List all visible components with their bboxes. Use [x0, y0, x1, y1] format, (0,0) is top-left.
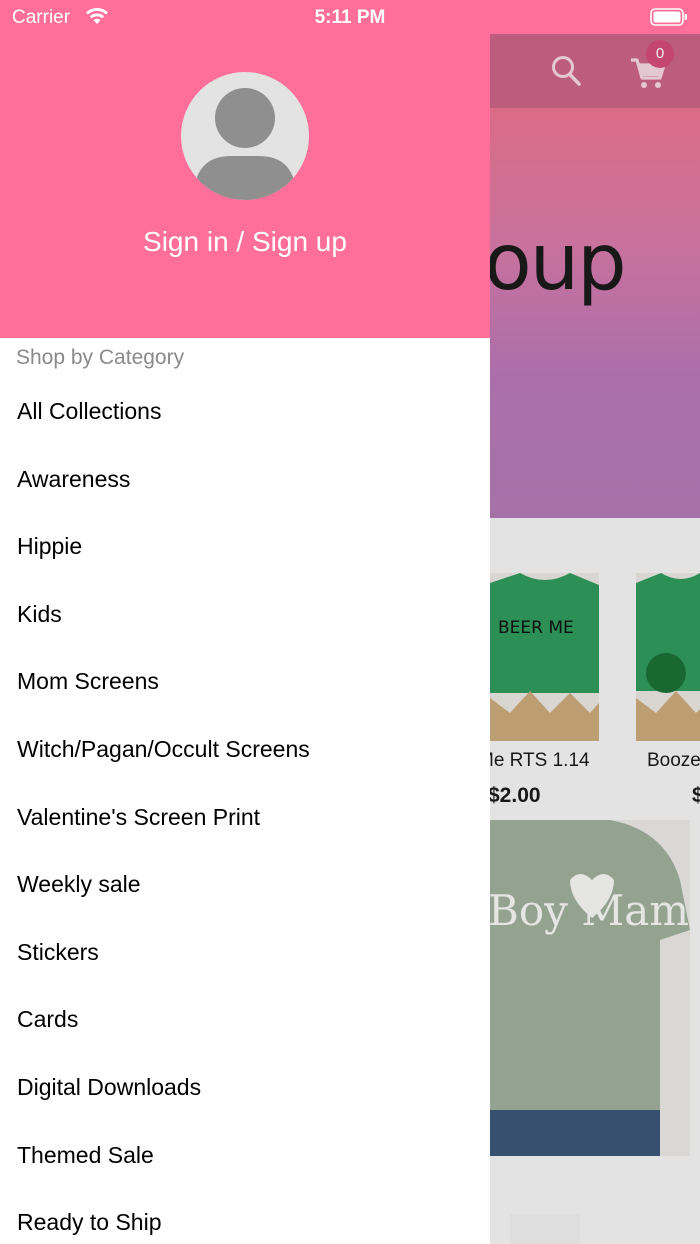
category-list: All Collections Awareness Hippie Kids Mo…: [0, 378, 490, 1244]
side-menu-drawer: Sign in / Sign up Shop by Category All C…: [0, 0, 490, 1244]
category-item-ready-to-ship[interactable]: Ready to Ship: [0, 1189, 490, 1244]
category-item-stickers[interactable]: Stickers: [0, 919, 490, 987]
user-avatar-icon[interactable]: [181, 72, 309, 200]
drawer-header: Sign in / Sign up: [0, 0, 490, 338]
category-item-digital-downloads[interactable]: Digital Downloads: [0, 1054, 490, 1122]
category-item-valentines[interactable]: Valentine's Screen Print: [0, 784, 490, 852]
category-item-weekly-sale[interactable]: Weekly sale: [0, 851, 490, 919]
category-item-kids[interactable]: Kids: [0, 581, 490, 649]
category-item-witch-pagan-occult[interactable]: Witch/Pagan/Occult Screens: [0, 716, 490, 784]
drawer-scrim[interactable]: [490, 34, 700, 1244]
category-item-awareness[interactable]: Awareness: [0, 446, 490, 514]
status-bar: Carrier 5:11 PM: [0, 0, 700, 34]
sign-in-sign-up-link[interactable]: Sign in / Sign up: [0, 226, 490, 258]
category-item-cards[interactable]: Cards: [0, 986, 490, 1054]
category-section-heading: Shop by Category: [16, 346, 185, 369]
clock: 5:11 PM: [314, 7, 386, 28]
battery-icon: [650, 8, 687, 26]
category-item-all-collections[interactable]: All Collections: [0, 378, 490, 446]
category-item-hippie[interactable]: Hippie: [0, 513, 490, 581]
person-silhouette-icon: [195, 88, 295, 200]
category-item-themed-sale[interactable]: Themed Sale: [0, 1122, 490, 1190]
category-item-mom-screens[interactable]: Mom Screens: [0, 648, 490, 716]
